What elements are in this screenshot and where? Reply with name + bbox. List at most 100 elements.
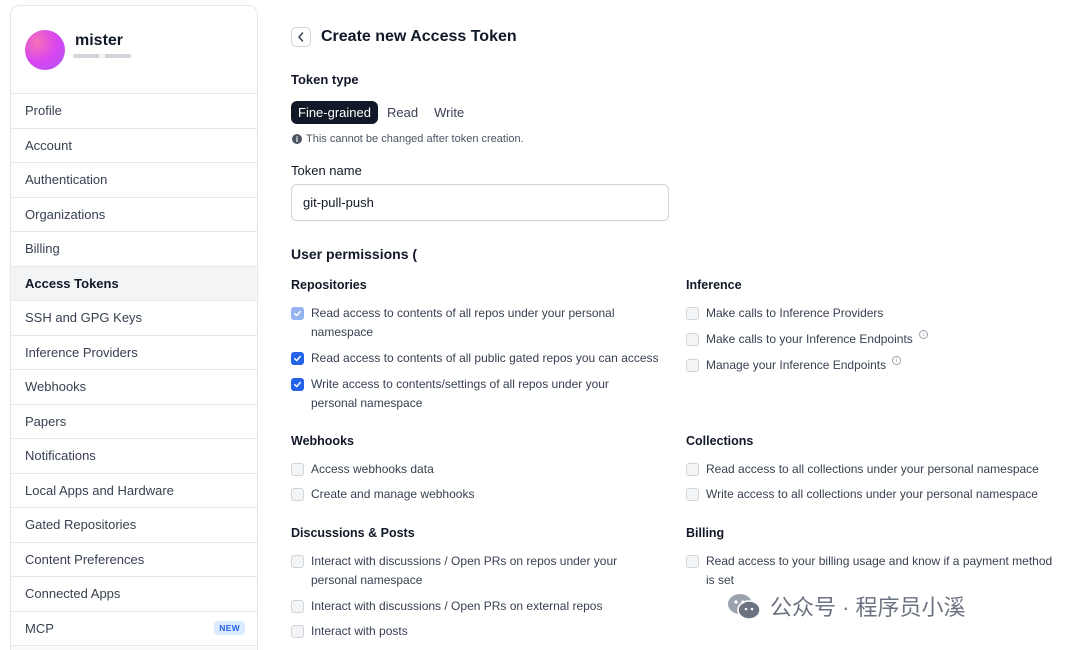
token-type-fine-grained[interactable]: Fine-grained [291,101,378,124]
perm-collections-read[interactable]: Read access to all collections under you… [686,460,1039,479]
perm-label-line: personal namespace [311,573,423,587]
perm-label: Read access to all collections under you… [706,462,1039,476]
checkbox-unchecked[interactable] [686,488,699,501]
page-title: Create new Access Token [321,28,517,45]
info-icon[interactable]: i [918,330,928,339]
sidebar-item-local-apps-hardware[interactable]: Local Apps and Hardware [11,473,257,508]
sidebar-item-notifications[interactable]: Notifications [11,439,257,474]
sidebar-item-connected-apps[interactable]: Connected Apps [11,577,257,612]
perm-inference-endpoints-manage[interactable]: Manage your Inference Endpoints i [686,356,902,375]
check-icon [294,310,301,317]
sidebar-item-gated-repositories[interactable]: Gated Repositories [11,508,257,543]
sidebar-item-label: Profile [25,103,62,119]
perm-label: Read access to your billing usage and kn… [706,552,1052,590]
perm-label-line: Write access to contents/settings of all… [311,377,609,391]
perm-billing-read[interactable]: Read access to your billing usage and kn… [686,552,1056,590]
sidebar-item-label: Inference Providers [25,344,138,360]
sidebar-item-inference-providers[interactable]: Inference Providers [11,335,257,370]
sidebar-item-label: Authentication [25,172,108,188]
perm-repo-write-personal[interactable]: Write access to contents/settings of all… [291,375,661,413]
perm-label-line: Read access to your billing usage and kn… [706,554,1053,568]
sidebar-item-mcp[interactable]: MCP NEW [11,611,257,646]
collections-section-title: Collections [686,434,754,448]
discussions-section-title: Discussions & Posts [291,526,415,540]
sidebar-item-label: Papers [25,413,67,429]
checkbox-unchecked[interactable] [291,488,304,501]
username-subtitle-redacted [73,54,131,58]
watermark: 公众号 · 程序员小溪 [726,590,966,622]
token-type-segmented-control: Fine-grained Read Write [291,101,473,124]
checkbox-checked[interactable] [291,307,304,320]
checkbox-unchecked[interactable] [686,359,699,372]
sidebar-item-profile[interactable]: Profile [11,94,257,129]
watermark-text: 公众号 · 程序员小溪 [770,595,966,620]
perm-label-line: Interact with discussions / Open PRs on … [311,554,618,568]
checkbox-unchecked[interactable] [686,307,699,320]
sidebar-item-organizations[interactable]: Organizations [11,197,257,232]
perm-posts[interactable]: Interact with posts [291,622,408,641]
check-icon [294,355,301,362]
perm-label: Manage your Inference Endpoints [706,358,887,372]
sidebar-item-label: MCP [25,620,54,636]
perm-label: Make calls to Inference Providers [706,306,884,320]
sidebar-item-label: Notifications [25,448,96,464]
token-type-hint-text: This cannot be changed after token creat… [306,133,524,145]
checkbox-unchecked[interactable] [291,600,304,613]
sidebar-item-ssh-gpg-keys[interactable]: SSH and GPG Keys [11,301,257,336]
repositories-section-title: Repositories [291,278,367,292]
perm-label: Write access to contents/settings of all… [311,375,609,413]
sidebar-item-label: Local Apps and Hardware [25,482,174,498]
sidebar-item-label: Connected Apps [25,586,121,602]
perm-label: Create and manage webhooks [311,487,475,501]
token-type-read[interactable]: Read [380,101,425,124]
wechat-logo-icon [728,594,761,620]
perm-inference-providers[interactable]: Make calls to Inference Providers [686,304,883,323]
checkbox-unchecked[interactable] [686,463,699,476]
sidebar-item-content-preferences[interactable]: Content Preferences [11,542,257,577]
perm-webhooks-access[interactable]: Access webhooks data [291,460,434,479]
perm-repo-read-gated[interactable]: Read access to contents of all public ga… [291,349,681,368]
user-permissions-title: User permissions ( [291,246,418,262]
sidebar-item-account[interactable]: Account [11,128,257,163]
sidebar-item-papers[interactable]: Papers [11,404,257,439]
token-type-write[interactable]: Write [427,101,471,124]
perm-discussions-personal[interactable]: Interact with discussions / Open PRs on … [291,552,661,590]
checkbox-unchecked[interactable] [686,555,699,568]
settings-sidebar: mister Profile Account Authentication Or… [10,5,258,650]
page-header: Create new Access Token [291,27,517,47]
perm-collections-write[interactable]: Write access to all collections under yo… [686,485,1038,504]
token-name-input[interactable] [291,184,669,221]
sidebar-item-label: Billing [25,241,60,257]
perm-label-line: namespace [311,325,374,339]
checkbox-checked[interactable] [291,378,304,391]
checkbox-unchecked[interactable] [291,463,304,476]
checkbox-checked[interactable] [291,352,304,365]
sidebar-item-label: Access Tokens [25,275,119,291]
perm-discussions-external[interactable]: Interact with discussions / Open PRs on … [291,597,602,616]
perm-label: Interact with discussions / Open PRs on … [311,599,603,613]
chevron-left-icon [298,32,304,42]
token-type-hint: i This cannot be changed after token cre… [292,133,524,145]
checkbox-unchecked[interactable] [291,555,304,568]
sidebar-item-authentication[interactable]: Authentication [11,163,257,198]
perm-label-line: personal namespace [311,396,423,410]
sidebar-item-webhooks[interactable]: Webhooks [11,370,257,405]
checkbox-unchecked[interactable] [686,333,699,346]
sidebar-item-label: Organizations [25,206,106,222]
username: mister [75,32,124,49]
sidebar-item-access-tokens[interactable]: Access Tokens [11,266,257,301]
new-badge: NEW [214,621,245,636]
info-icon[interactable]: i [892,356,902,365]
perm-label: Make calls to your Inference Endpoints [706,332,913,346]
checkbox-unchecked[interactable] [291,625,304,638]
perm-label-line: Read access to contents of all repos und… [311,306,615,320]
perm-webhooks-manage[interactable]: Create and manage webhooks [291,485,474,504]
perm-repo-read-personal[interactable]: Read access to contents of all repos und… [291,304,661,342]
profile-header: mister [11,6,257,94]
main-content: Create new Access Token Token type Fine-… [291,0,1080,650]
sidebar-item-billing[interactable]: Billing [11,232,257,267]
perm-inference-endpoints-calls[interactable]: Make calls to your Inference Endpoints i [686,330,928,349]
perm-label: Interact with discussions / Open PRs on … [311,552,617,590]
back-button[interactable] [291,27,311,47]
avatar[interactable] [25,30,65,70]
